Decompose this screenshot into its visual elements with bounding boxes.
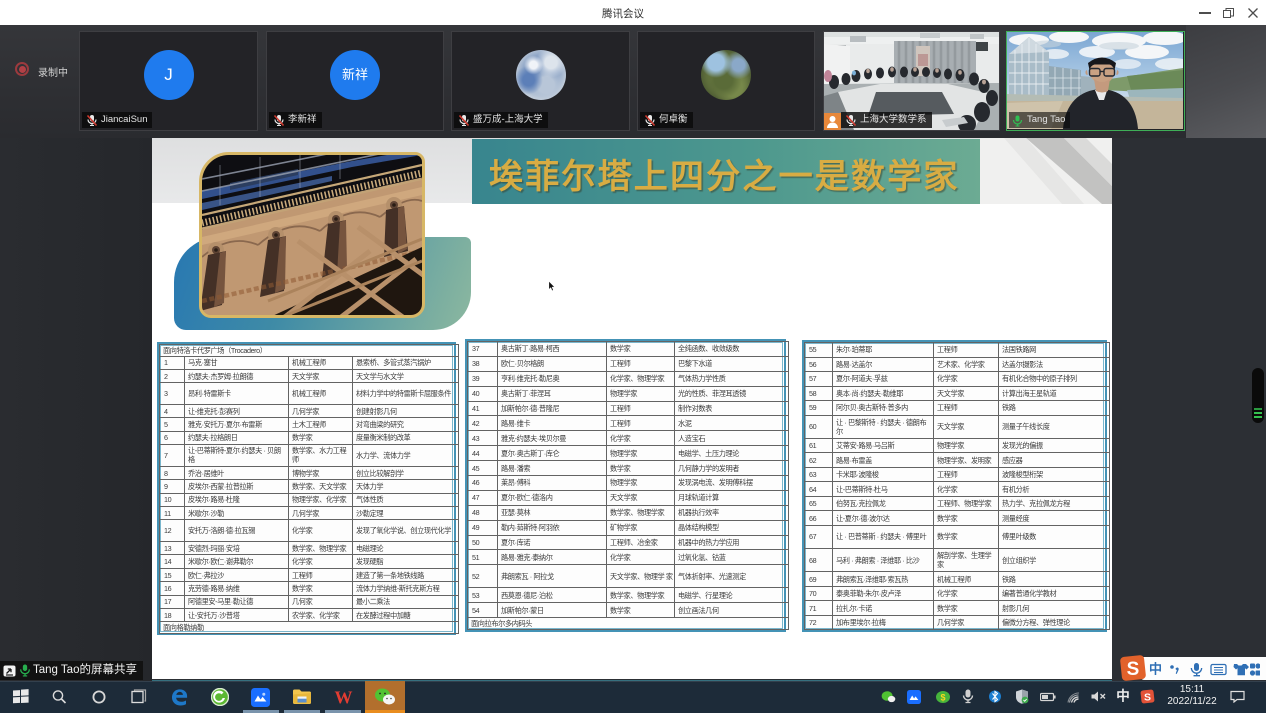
svg-text:中: 中 — [1149, 662, 1162, 677]
svg-text:W: W — [335, 688, 353, 706]
svg-text:$: $ — [940, 693, 945, 703]
svg-text:中: 中 — [1116, 688, 1130, 703]
svg-text:S: S — [1144, 692, 1151, 704]
svg-text:S: S — [1127, 659, 1140, 680]
